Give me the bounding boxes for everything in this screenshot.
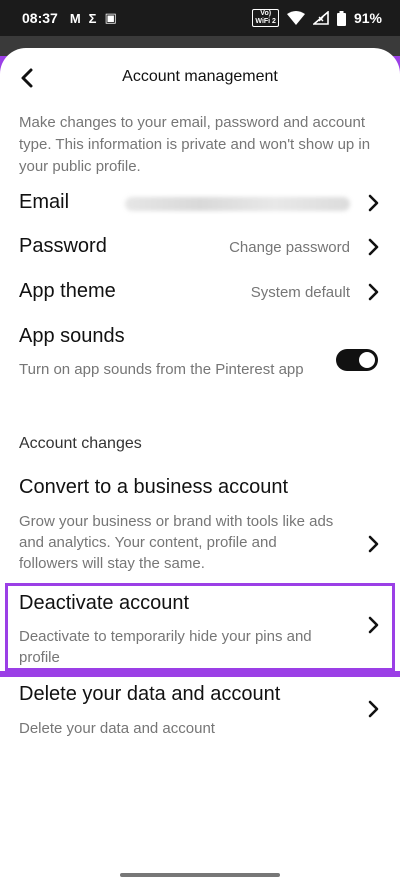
chevron-right-icon <box>368 535 379 553</box>
sheet-bottom <box>5 753 395 879</box>
header: Account management <box>0 48 400 108</box>
chevron-right-icon <box>368 238 379 256</box>
volte-top: Vo) <box>260 10 272 17</box>
signal-icon <box>312 11 329 25</box>
status-right: Vo) WiFi 2 91% <box>252 9 382 27</box>
chevron-right-icon <box>368 700 379 718</box>
email-label: Email <box>19 191 70 213</box>
account-changes-heading: Account changes <box>19 435 142 452</box>
delete-account-row[interactable]: Delete your data and account Delete your… <box>0 683 400 753</box>
delete-description: Delete your data and account <box>19 720 215 737</box>
app-sounds-description: Turn on app sounds from the Pinterest ap… <box>19 361 304 378</box>
deactivate-account-row[interactable]: Deactivate account Deactivate to tempora… <box>5 583 395 671</box>
gallery-icon: ▣ <box>104 10 117 25</box>
battery-icon <box>336 10 346 26</box>
app-sounds-toggle[interactable] <box>336 349 378 371</box>
highlight-divider <box>0 671 400 677</box>
convert-business-description: Grow your business or brand with tools l… <box>19 513 334 572</box>
convert-business-row[interactable]: Convert to a business account Grow your … <box>0 473 400 573</box>
intro-text: Make changes to your email, password and… <box>19 114 371 175</box>
page-title: Account management <box>122 68 278 85</box>
app-theme-value: System default <box>250 284 350 301</box>
chevron-right-icon <box>368 616 379 634</box>
deactivate-label: Deactivate account <box>19 592 190 614</box>
status-time: 08:37 <box>22 10 58 26</box>
password-row[interactable]: Password Change password <box>0 232 400 262</box>
password-value: Change password <box>229 239 350 256</box>
app-theme-row[interactable]: App theme System default <box>0 277 400 307</box>
delete-label: Delete your data and account <box>19 683 281 705</box>
status-bar: 08:37 M Σ ▣ Vo) WiFi 2 91% <box>0 0 400 36</box>
app-sounds-label: App sounds <box>19 325 125 347</box>
email-row[interactable]: Email <box>0 188 400 218</box>
app-theme-label: App theme <box>19 280 116 302</box>
app-sounds-row: App sounds Turn on app sounds from the P… <box>0 322 400 402</box>
wifi-icon <box>286 11 305 25</box>
password-label: Password <box>19 235 107 257</box>
email-value-redacted <box>125 197 350 211</box>
sigma-icon: Σ <box>88 10 97 26</box>
volte-bottom: WiFi 2 <box>255 18 276 25</box>
toggle-knob <box>359 352 375 368</box>
volte-badge: Vo) WiFi 2 <box>252 9 279 27</box>
battery-level: 91% <box>353 10 382 26</box>
chevron-right-icon <box>368 194 379 212</box>
deactivate-description: Deactivate to temporarily hide your pins… <box>19 628 312 666</box>
home-indicator[interactable] <box>120 873 280 877</box>
convert-business-label: Convert to a business account <box>19 476 289 498</box>
notification-icons: M Σ ▣ <box>70 10 117 26</box>
chevron-right-icon <box>368 283 379 301</box>
gmail-icon: M <box>69 10 81 26</box>
